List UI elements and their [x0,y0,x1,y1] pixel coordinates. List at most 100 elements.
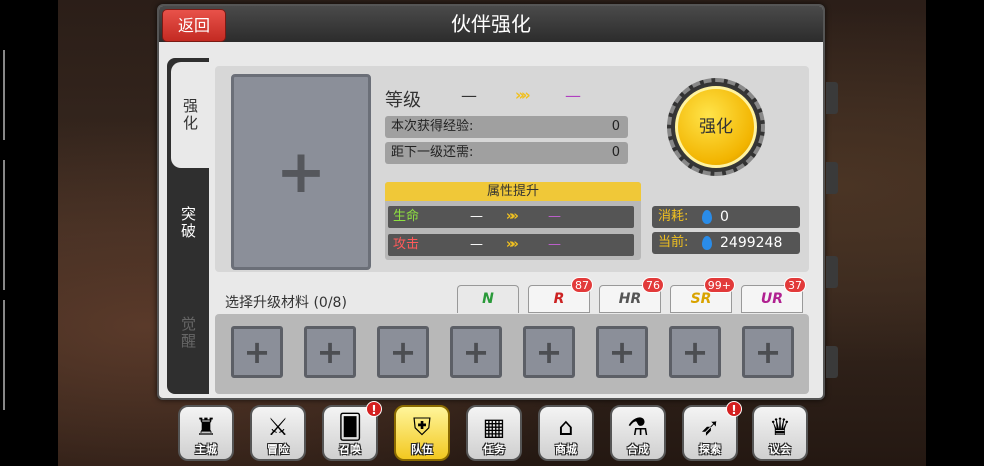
attr-arrow-icon: »» [506,237,519,252]
plus-icon: + [389,333,417,371]
plus-icon: + [275,137,327,207]
material-slots: + + + + + + + + [215,314,809,394]
nav-label: 合成 [627,443,649,456]
droplet-icon [702,210,712,224]
material-slot[interactable]: + [304,326,356,378]
level-arrow-icon: » [515,86,525,104]
count-badge: 87 [571,277,593,293]
rarity-tab-n[interactable]: N [457,285,519,313]
nav-council[interactable]: ♛ 议会 [752,405,808,461]
level-label: 等级 [385,90,421,111]
droplet-icon [702,236,712,250]
potion-icon: ⚗ [627,413,649,441]
plus-icon: + [608,333,636,371]
current-value: 2499248 [720,235,783,251]
attribute-header: 属性提升 [385,182,641,201]
nav-summon[interactable]: 🂠 召唤 ! [322,401,382,461]
attr-next: — [548,237,561,252]
scroll-tab [826,256,838,288]
map-icon: ▦ [482,413,506,441]
partner-upgrade-panel: 伙伴强化 返回 强化 突破 觉醒 + 等级 — » » — 本次获得经验: 0 … [157,4,825,400]
nav-label: 任务 [483,443,505,456]
material-slot[interactable]: + [669,326,721,378]
cost-consume-row: 消耗: 0 [652,206,800,228]
material-slot[interactable]: + [523,326,575,378]
count-badge: 99+ [703,277,735,293]
nav-craft[interactable]: ⚗ 合成 [610,405,666,461]
rarity-label: R [553,291,565,307]
nav-label: 商城 [555,443,577,456]
current-label: 当前: [658,235,689,250]
rarity-label: SR [690,291,712,307]
exp-remaining-label: 距下一级还需: [391,145,474,160]
materials-label: 选择升级材料 (0/8) [225,295,347,311]
plus-icon: + [535,333,563,371]
card-icon: 🂠 [337,413,363,441]
consume-label: 消耗: [658,209,689,224]
nav-team[interactable]: ⛨ 队伍 [394,405,450,461]
nav-adventure[interactable]: ⚔ 冒险 [250,405,306,461]
edge-line [3,300,5,410]
material-slot[interactable]: + [377,326,429,378]
consume-value: 0 [720,209,729,225]
nav-label: 队伍 [411,443,433,456]
exp-remaining-value: 0 [611,145,620,160]
material-slot[interactable]: + [450,326,502,378]
exp-remaining-row: 距下一级还需: 0 [385,142,628,164]
shield-wings-icon: ⛨ [413,413,431,441]
exp-gained-label: 本次获得经验: [391,119,474,134]
material-slot[interactable]: + [231,326,283,378]
edge-line [3,50,5,140]
level-arrow-icon: » [521,86,531,104]
rarity-tab-sr[interactable]: SR 99+ [670,277,735,313]
level-current: — [461,86,477,105]
nav-explore[interactable]: ➶ 探索 ! [682,401,742,461]
exp-gained-row: 本次获得经验: 0 [385,116,628,138]
tab-breakthrough[interactable]: 突破 [167,170,209,276]
attribute-box: 属性提升 生命 — »» — 攻击 — »» — [385,182,641,260]
attr-name: 生命 [393,209,420,224]
cost-current-row: 当前: 2499248 [652,232,800,254]
attr-name: 攻击 [393,237,420,252]
rarity-tab-r[interactable]: R 87 [528,277,593,313]
count-badge: 37 [784,277,806,293]
attr-row-hp: 生命 — »» — [388,206,634,228]
rarity-label: UR [760,291,784,307]
edge-line [3,160,5,290]
nav-label: 探索 [699,443,721,456]
partner-slot[interactable]: + [231,74,371,270]
nav-shop[interactable]: ⌂ 商城 [538,405,594,461]
nav-label: 冒险 [267,443,289,456]
alert-badge: ! [366,401,382,417]
attr-current: — [470,209,483,224]
scroll-tab [826,162,838,194]
attr-arrow-icon: »» [506,209,519,224]
alert-badge: ! [726,401,742,417]
material-slot[interactable]: + [596,326,648,378]
swords-icon: ⚔ [267,413,289,441]
page-title: 伙伴强化 [451,12,531,36]
rarity-label: N [482,291,494,307]
attr-next: — [548,209,561,224]
attr-row-atk: 攻击 — »» — [388,234,634,256]
plus-icon: + [681,333,709,371]
nav-main-city[interactable]: ♜ 主城 [178,405,234,461]
material-slot[interactable]: + [742,326,794,378]
rarity-tab-ur[interactable]: UR 37 [741,277,806,313]
upgrade-button[interactable]: 强化 [675,86,757,168]
plus-icon: + [754,333,782,371]
side-tabs: 强化 突破 觉醒 [167,58,209,394]
tab-upgrade[interactable]: 强化 [171,62,209,168]
scroll-tab [826,346,838,378]
crossbow-icon: ➶ [699,413,721,441]
count-badge: 76 [642,277,664,293]
left-edge [0,0,58,466]
plus-icon: + [316,333,344,371]
tab-awaken[interactable]: 觉醒 [167,280,209,386]
nav-quest[interactable]: ▦ 任务 [466,405,522,461]
plus-icon: + [243,333,271,371]
attr-current: — [470,237,483,252]
back-button[interactable]: 返回 [162,9,226,42]
nav-label: 召唤 [339,443,361,456]
rarity-tab-hr[interactable]: HR 76 [599,277,664,313]
